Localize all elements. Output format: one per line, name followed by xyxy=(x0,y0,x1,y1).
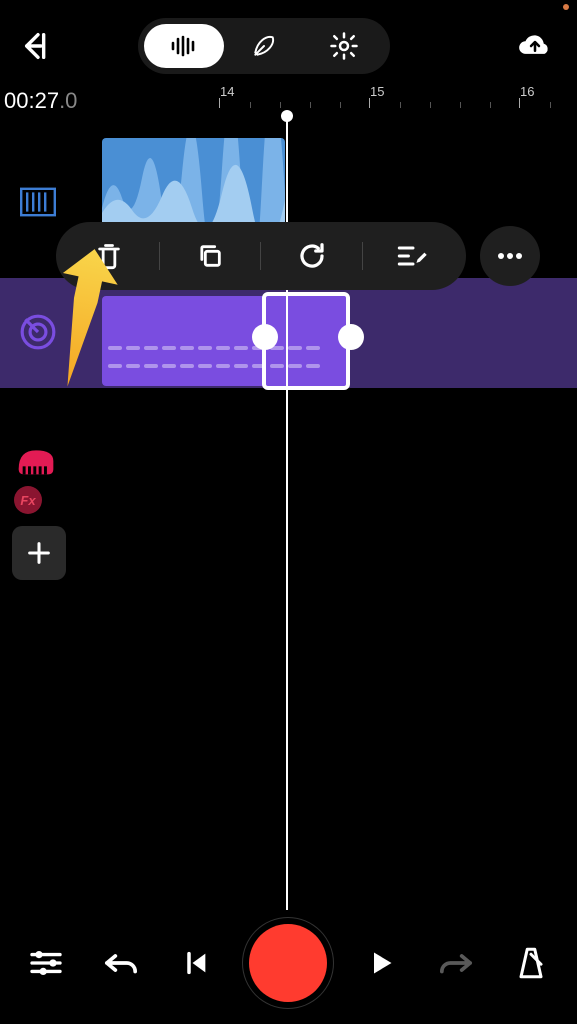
undo-button[interactable] xyxy=(99,941,143,985)
edit-button[interactable] xyxy=(393,236,433,276)
timeline-ruler[interactable]: 00:27.0 14 15 16 xyxy=(0,84,577,130)
divider xyxy=(260,242,261,270)
add-track-button[interactable] xyxy=(12,526,66,580)
drum-target-icon xyxy=(19,313,57,351)
trash-icon xyxy=(95,241,123,271)
feather-icon xyxy=(251,31,277,61)
ruler-mark: 16 xyxy=(520,84,534,99)
plus-icon xyxy=(25,539,53,567)
midi-clip[interactable] xyxy=(102,296,350,386)
time-main: 00:27 xyxy=(4,88,59,113)
more-icon xyxy=(497,252,523,260)
back-button[interactable] xyxy=(20,28,56,64)
copy-button[interactable] xyxy=(190,236,230,276)
divider xyxy=(159,242,160,270)
piano-icon xyxy=(16,444,56,478)
top-toolbar xyxy=(0,0,577,84)
back-icon xyxy=(21,29,55,63)
track-header-audio[interactable] xyxy=(16,180,60,224)
waveform-grid-icon xyxy=(20,187,56,217)
track-header-piano[interactable] xyxy=(16,444,60,488)
waveform-icon xyxy=(169,35,199,57)
selection-handle-right[interactable] xyxy=(338,324,364,350)
loop-button[interactable] xyxy=(292,236,332,276)
status-dot xyxy=(563,4,569,10)
gear-icon xyxy=(329,31,359,61)
redo-button[interactable] xyxy=(434,941,478,985)
tab-lyrics[interactable] xyxy=(224,24,304,68)
prev-button[interactable] xyxy=(174,941,218,985)
track-header-drums[interactable] xyxy=(16,310,60,354)
delete-button[interactable] xyxy=(89,236,129,276)
tab-settings[interactable] xyxy=(304,24,384,68)
fx-badge[interactable]: Fx xyxy=(14,486,42,514)
metronome-icon xyxy=(516,946,546,980)
mixer-button[interactable] xyxy=(24,941,68,985)
transport-bar xyxy=(0,918,577,1008)
copy-icon xyxy=(196,242,224,270)
ruler-mark: 15 xyxy=(370,84,384,99)
record-button[interactable] xyxy=(249,924,327,1002)
audio-clip[interactable] xyxy=(102,138,285,234)
undo-icon xyxy=(104,950,138,976)
ruler-marks: 14 15 16 xyxy=(100,84,577,124)
metronome-button[interactable] xyxy=(509,941,553,985)
edit-list-icon xyxy=(397,243,429,269)
loop-icon xyxy=(297,241,327,271)
play-icon xyxy=(367,948,395,978)
cloud-upload-icon xyxy=(516,31,554,61)
more-button[interactable] xyxy=(480,226,540,286)
mode-tabs xyxy=(138,18,390,74)
selection-handle-left[interactable] xyxy=(252,324,278,350)
time-display: 00:27.0 xyxy=(4,88,77,114)
time-fraction: .0 xyxy=(59,88,77,113)
fx-label: Fx xyxy=(20,493,35,508)
clip-action-bar xyxy=(56,222,466,290)
divider xyxy=(362,242,363,270)
waveform-shape xyxy=(102,138,285,234)
skip-prev-icon xyxy=(182,949,210,977)
redo-icon xyxy=(439,950,473,976)
sliders-icon xyxy=(29,949,63,977)
play-button[interactable] xyxy=(359,941,403,985)
tab-audio[interactable] xyxy=(144,24,224,68)
ruler-mark: 14 xyxy=(220,84,234,99)
upload-button[interactable] xyxy=(513,24,557,68)
